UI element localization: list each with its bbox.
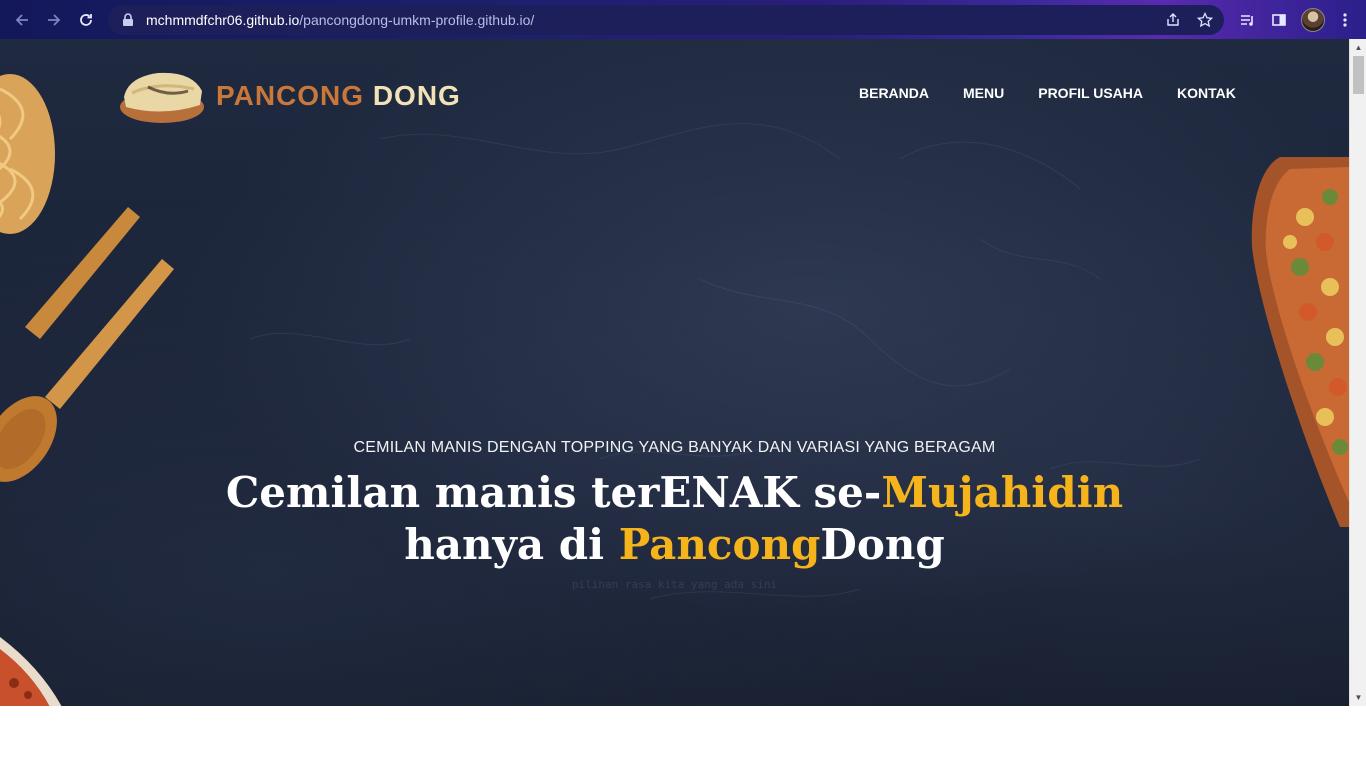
more-menu-icon[interactable] (1332, 4, 1358, 36)
hero-headline: Cemilan manis terENAK se-Mujahidin hanya… (0, 467, 1349, 571)
scroll-thumb[interactable] (1353, 56, 1364, 94)
scroll-up-arrow-icon[interactable]: ▲ (1350, 39, 1366, 56)
nav-kontak[interactable]: KONTAK (1177, 85, 1236, 101)
avatar (1301, 8, 1325, 32)
reload-button[interactable] (70, 4, 102, 36)
pancong-cake-icon (120, 72, 204, 123)
share-icon[interactable] (1160, 7, 1186, 33)
back-button[interactable] (6, 4, 38, 36)
url-path: /pancongdong-umkm-profile.github.io/ (299, 12, 535, 28)
page-viewport: PANCONG DONG BERANDA MENU PROFIL USAHA K… (0, 39, 1366, 706)
bookmark-star-icon[interactable] (1192, 7, 1218, 33)
page-scrollbar[interactable]: ▲ ▼ (1349, 39, 1366, 706)
address-bar[interactable]: mchmmdfchr06.github.io/pancongdong-umkm-… (108, 5, 1224, 35)
logo-word-pancong: PANCONG (216, 80, 365, 111)
browser-toolbar: mchmmdfchr06.github.io/pancongdong-umkm-… (0, 0, 1366, 39)
arrow-left-icon (15, 14, 28, 26)
scroll-down-arrow-icon[interactable]: ▼ (1350, 689, 1366, 706)
arrow-right-icon (48, 14, 61, 26)
profile-button[interactable] (1296, 4, 1330, 36)
logo-word-dong: DONG (372, 80, 461, 111)
headline-line1: Cemilan manis terENAK se-Mujahidin (226, 468, 1123, 517)
media-queue-icon[interactable] (1232, 4, 1262, 36)
headline-line2: hanya di PancongDong (404, 520, 945, 569)
forward-button[interactable] (38, 4, 70, 36)
nav-menu[interactable]: MENU (963, 85, 1004, 101)
main-nav: BERANDA MENU PROFIL USAHA KONTAK (859, 85, 1236, 101)
url-host: mchmmdfchr06.github.io (146, 12, 300, 28)
logo-text: PANCONG DONG (216, 80, 461, 112)
slate-texture (249, 123, 1201, 600)
url-text: mchmmdfchr06.github.io/pancongdong-umkm-… (146, 12, 534, 28)
headline-highlight-mujahidin: Mujahidin (881, 468, 1124, 517)
hero-tagline: CEMILAN MANIS DENGAN TOPPING YANG BANYAK… (353, 439, 996, 456)
headline-line2-part3: Dong (820, 520, 945, 569)
headline-highlight-pancong: Pancong (618, 520, 821, 569)
nav-beranda[interactable]: BERANDA (859, 85, 929, 101)
headline-line1-part1: Cemilan manis terENAK se- (225, 468, 882, 517)
lock-icon (120, 12, 136, 28)
pizza-decoration (0, 637, 62, 706)
hero-faint-text: pilihan rasa kita yang ada sini (571, 578, 778, 591)
side-panel-icon[interactable] (1264, 4, 1294, 36)
nav-profil-usaha[interactable]: PROFIL USAHA (1038, 85, 1143, 101)
reload-icon (80, 14, 92, 26)
site-logo[interactable]: PANCONG DONG (118, 67, 461, 125)
hero-section: PANCONG DONG BERANDA MENU PROFIL USAHA K… (0, 39, 1349, 706)
headline-line2-part1: hanya di (404, 520, 619, 569)
